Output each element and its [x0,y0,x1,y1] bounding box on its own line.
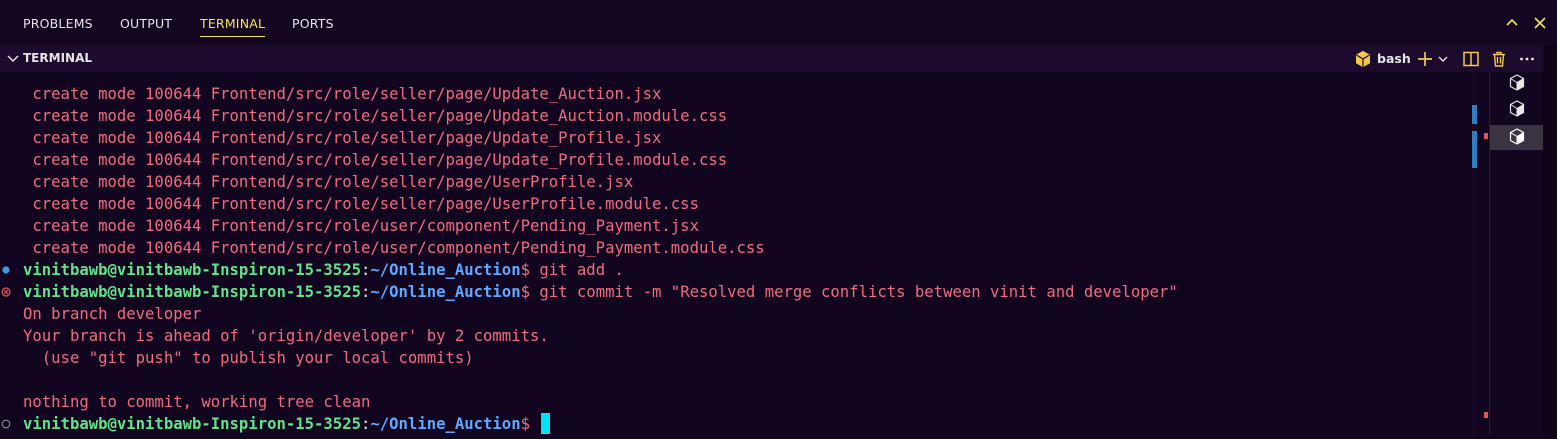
plus-icon[interactable] [1416,50,1434,68]
terminal-icon[interactable] [1354,50,1372,68]
tab-problems[interactable]: PROBLEMS [23,0,93,45]
output-line: create mode 100644 Frontend/src/role/sel… [23,107,728,125]
chevron-down-small-icon[interactable] [1437,50,1449,68]
error-circle-icon[interactable] [0,281,14,303]
terminal-output[interactable]: create mode 100644 Frontend/src/role/sel… [0,72,1478,435]
text-cursor [541,413,551,434]
output-line: create mode 100644 Frontend/src/role/use… [23,217,699,235]
terminal-header: TERMINAL bash [0,45,1557,72]
maximize-chevron-icon[interactable] [1503,14,1521,32]
output-line: Your branch is ahead of 'origin/develope… [23,327,549,345]
terminal-section-title: TERMINAL [23,51,93,65]
tab-ports[interactable]: PORTS [292,0,334,45]
tab-terminal[interactable]: TERMINAL [200,0,266,45]
prompt-separator: : [360,283,371,301]
terminal-scrollbar[interactable] [1472,72,1478,435]
prompt-user: vinitbawb@vinitbawb-Inspiron-15-3525 [23,415,361,433]
prompt-separator: : [360,261,371,279]
output-line: On branch developer [23,305,202,323]
output-line: create mode 100644 Frontend/src/role/sel… [23,129,662,147]
output-line: create mode 100644 Frontend/src/role/sel… [23,195,699,213]
trash-icon[interactable] [1490,50,1508,68]
command-text: $ [520,415,540,433]
tab-output[interactable]: OUTPUT [120,0,172,45]
terminal-tab-item[interactable] [1490,72,1544,94]
success-dot-icon[interactable] [0,259,14,281]
prompt-user: vinitbawb@vinitbawb-Inspiron-15-3525 [23,261,361,279]
prompt-separator: : [360,415,371,433]
terminal-tab-item-active[interactable] [1490,125,1544,150]
error-marker [1484,412,1488,418]
more-icon[interactable] [1518,50,1536,68]
command-text: $ git commit -m "Resolved merge conflict… [520,283,1178,301]
prompt-path: ~/Online_Auction [370,415,521,433]
panel-tab-bar: PROBLEMS OUTPUT TERMINAL PORTS [0,0,1557,45]
split-icon[interactable] [1462,50,1480,68]
terminal-tab-list [1489,72,1544,435]
output-line: create mode 100644 Frontend/src/role/use… [23,239,765,257]
shell-label[interactable]: bash [1377,50,1411,68]
scroll-marker [1472,105,1477,124]
command-line: vinitbawb@vinitbawb-Inspiron-15-3525:~/O… [23,413,551,435]
terminal-tab-item[interactable] [1490,98,1544,120]
prompt-user: vinitbawb@vinitbawb-Inspiron-15-3525 [23,283,361,301]
pending-circle-icon[interactable] [0,413,14,435]
scroll-marker [1472,131,1477,168]
output-line: create mode 100644 Frontend/src/role/sel… [23,85,662,103]
right-edge-strip [1543,45,1557,435]
output-line: (use "git push" to publish your local co… [23,349,474,367]
error-marker [1484,133,1488,139]
output-line: create mode 100644 Frontend/src/role/sel… [23,173,634,191]
close-icon[interactable] [1531,14,1549,32]
command-line: vinitbawb@vinitbawb-Inspiron-15-3525:~/O… [23,259,624,281]
prompt-path: ~/Online_Auction [370,283,521,301]
command-line: vinitbawb@vinitbawb-Inspiron-15-3525:~/O… [23,281,1178,303]
prompt-path: ~/Online_Auction [370,261,521,279]
command-text: $ git add . [520,261,624,279]
chevron-down-icon[interactable] [6,51,20,65]
output-line: create mode 100644 Frontend/src/role/sel… [23,151,728,169]
output-line: nothing to commit, working tree clean [23,393,371,411]
